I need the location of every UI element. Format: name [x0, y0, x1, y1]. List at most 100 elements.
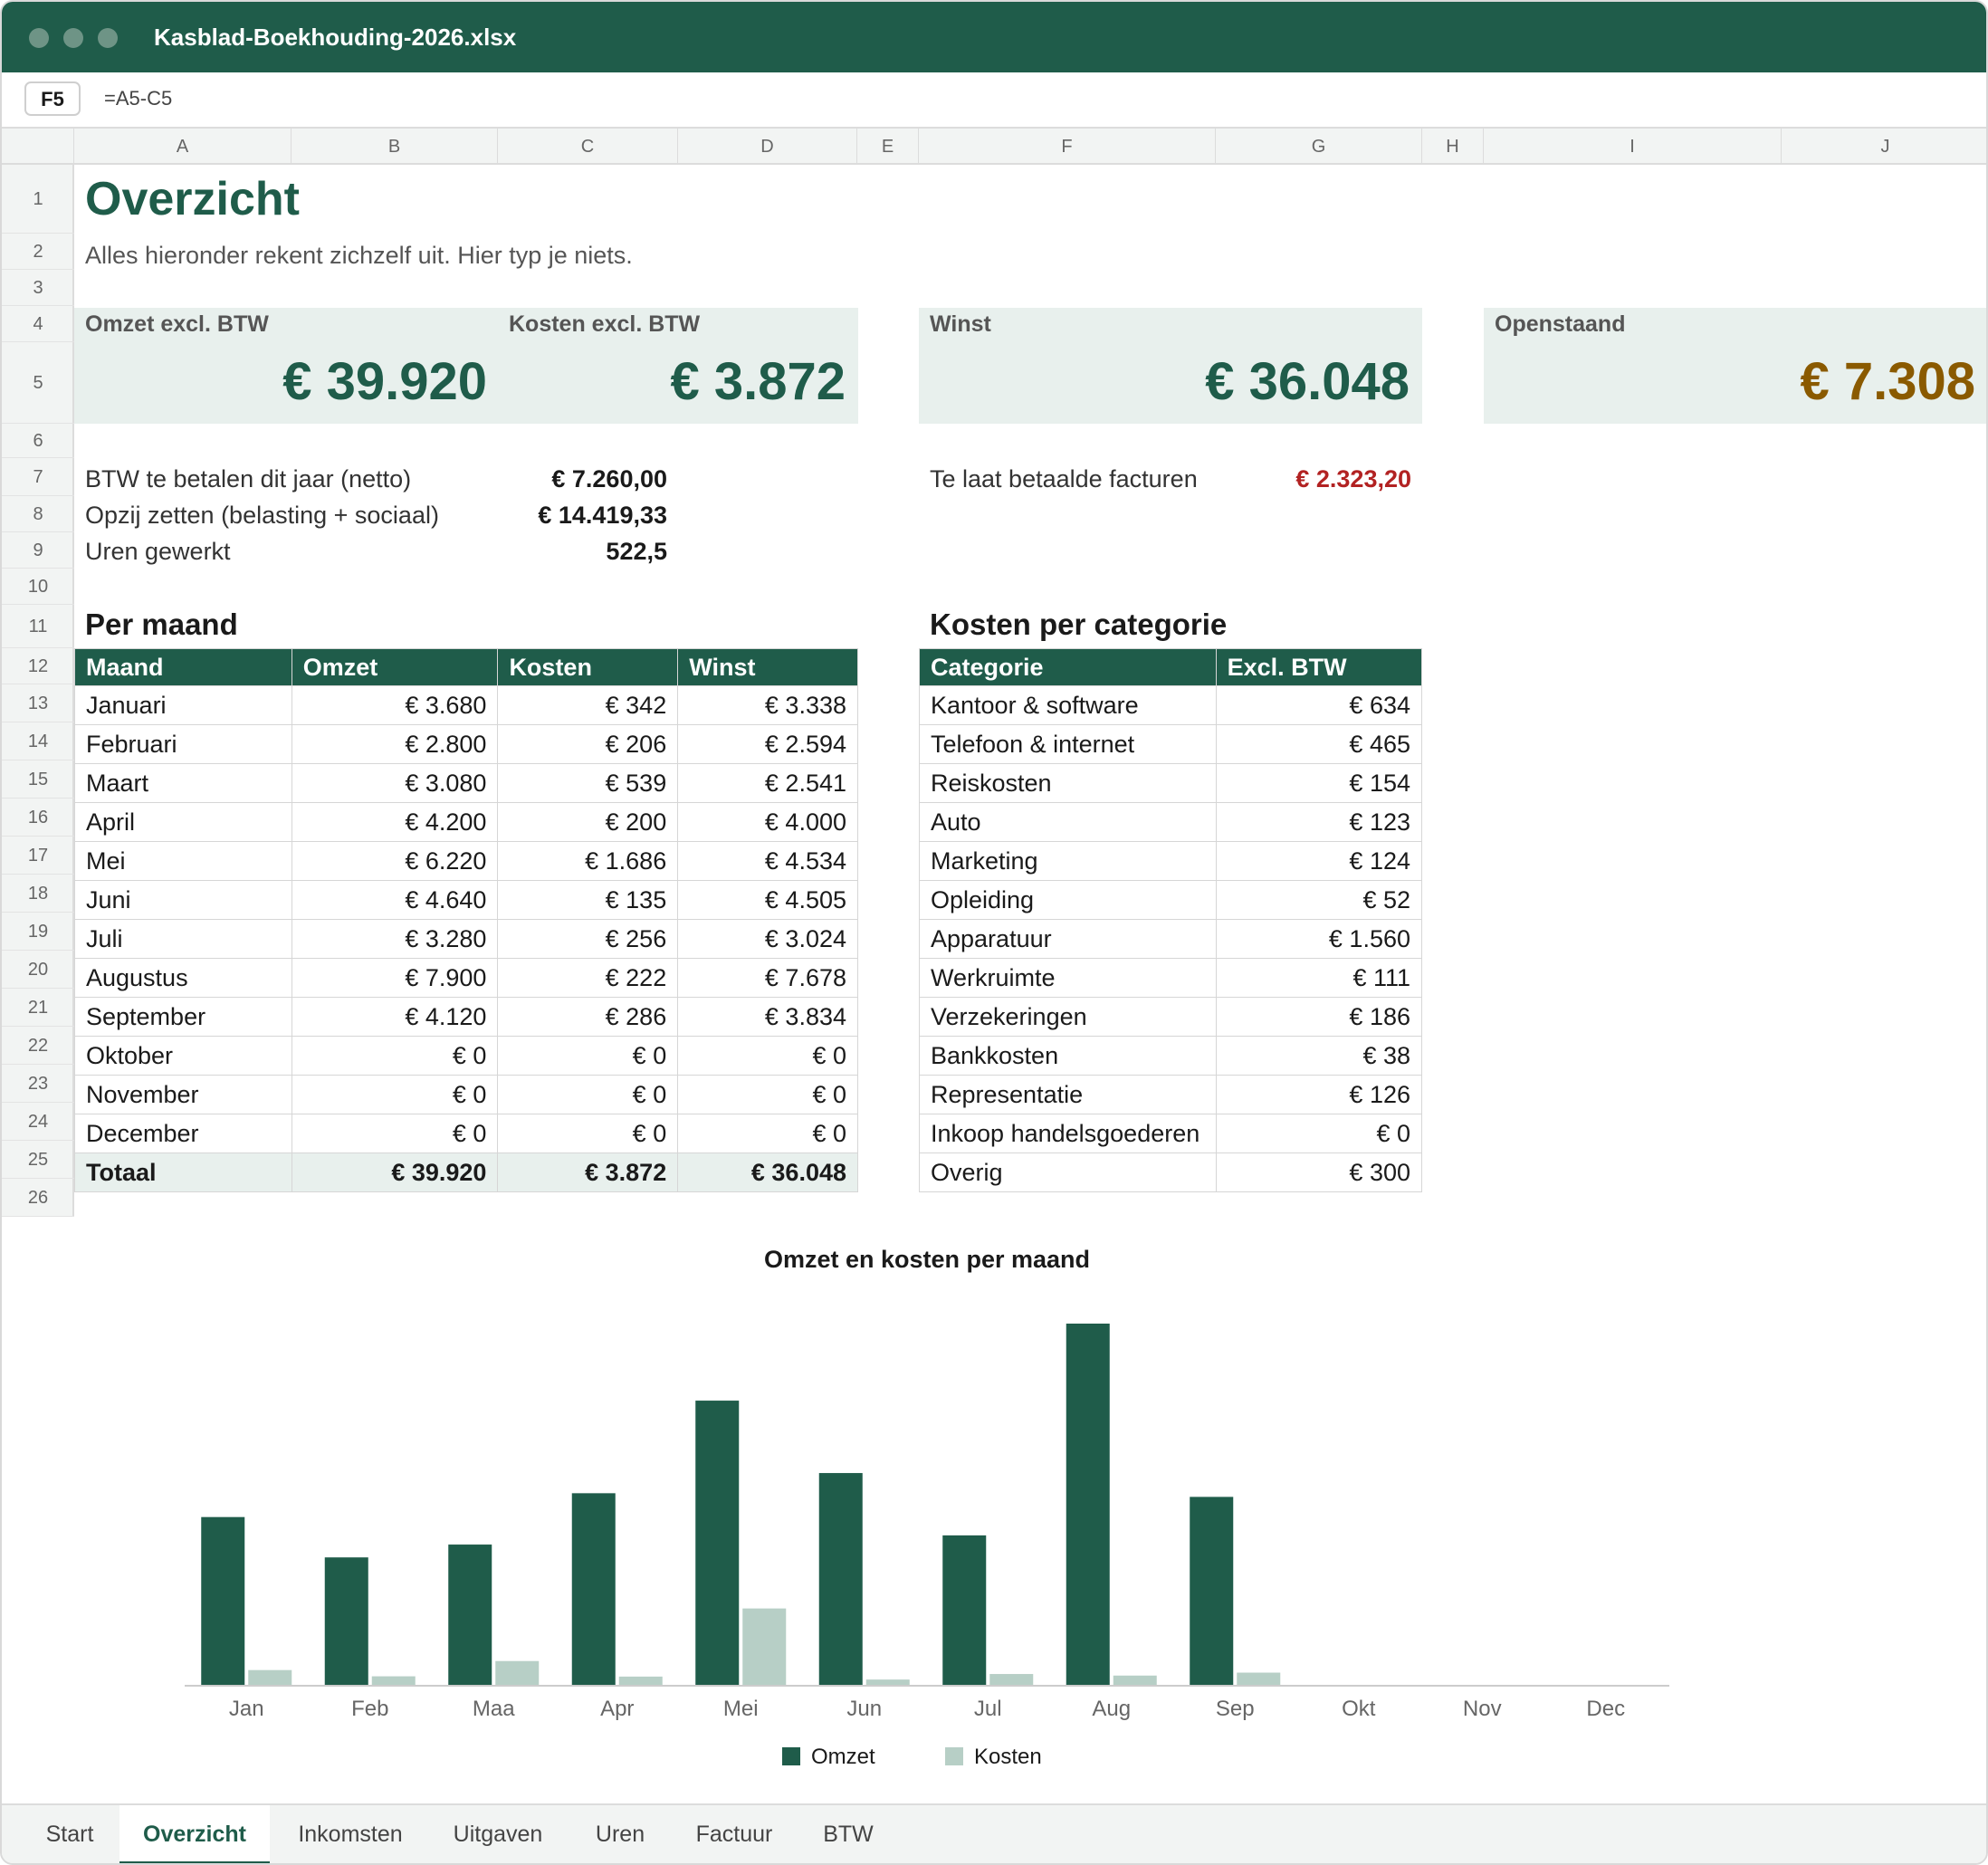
table-cell[interactable]: € 4.640	[291, 880, 499, 920]
column-header-a[interactable]: A	[74, 129, 292, 163]
table-cell[interactable]: Juli	[74, 919, 292, 959]
table-cell[interactable]: Auto	[919, 802, 1217, 842]
table-cell[interactable]: Oktober	[74, 1036, 292, 1076]
table-cell[interactable]: € 1.560	[1215, 919, 1423, 959]
tab-inkomsten[interactable]: Inkomsten	[282, 1805, 418, 1863]
table-cell[interactable]: Kantoor & software	[919, 685, 1217, 725]
table-cell[interactable]: Apparatuur	[919, 919, 1217, 959]
row-header[interactable]: 10	[2, 569, 74, 605]
table-cell[interactable]: € 256	[497, 919, 679, 959]
table-cell[interactable]: Verzekeringen	[919, 997, 1217, 1037]
table-cell[interactable]: April	[74, 802, 292, 842]
row-header[interactable]: 11	[2, 605, 74, 648]
table-cell[interactable]: € 0	[291, 1036, 499, 1076]
row-header[interactable]: 2	[2, 234, 74, 270]
bar-omzet-feb[interactable]	[324, 1557, 368, 1686]
tab-factuur[interactable]: Factuur	[679, 1805, 789, 1863]
per-maand-col-header[interactable]: Kosten	[497, 648, 679, 686]
table-cell[interactable]: € 123	[1215, 802, 1423, 842]
row-header[interactable]: 23	[2, 1065, 74, 1103]
table-cell[interactable]: December	[74, 1114, 292, 1153]
table-cell[interactable]: € 634	[1215, 685, 1423, 725]
table-cell[interactable]: Opleiding	[919, 880, 1217, 920]
total-cell[interactable]: Totaal	[74, 1152, 292, 1192]
tab-btw[interactable]: BTW	[804, 1805, 893, 1863]
table-cell[interactable]: € 4.200	[291, 802, 499, 842]
total-cell[interactable]: € 39.920	[291, 1152, 499, 1192]
table-cell[interactable]: € 135	[497, 880, 679, 920]
table-cell[interactable]: Reiskosten	[919, 763, 1217, 803]
table-cell[interactable]: € 4.505	[677, 880, 858, 920]
table-cell[interactable]: November	[74, 1075, 292, 1114]
maximize-window-button[interactable]	[98, 28, 118, 48]
row-header[interactable]: 25	[2, 1141, 74, 1179]
row-header[interactable]: 8	[2, 496, 74, 532]
table-cell[interactable]: Bankkosten	[919, 1036, 1217, 1076]
bar-kosten-feb[interactable]	[371, 1676, 416, 1686]
bar-omzet-apr[interactable]	[571, 1493, 616, 1686]
table-cell[interactable]: Werkruimte	[919, 958, 1217, 998]
row-header[interactable]: 5	[2, 342, 74, 424]
table-cell[interactable]: € 4.534	[677, 841, 858, 881]
table-cell[interactable]: € 3.280	[291, 919, 499, 959]
bar-omzet-maa[interactable]	[448, 1545, 492, 1686]
table-cell[interactable]: € 539	[497, 763, 679, 803]
table-cell[interactable]: € 222	[497, 958, 679, 998]
table-cell[interactable]: € 0	[677, 1036, 858, 1076]
table-cell[interactable]: € 38	[1215, 1036, 1423, 1076]
omzet-kosten-chart[interactable]: Omzet en kosten per maand Jan Feb Maa Apr Me…	[74, 1215, 1975, 1794]
row-header[interactable]: 20	[2, 951, 74, 989]
kosten-categorie-col-header[interactable]: Categorie	[919, 648, 1217, 686]
table-cell[interactable]: Telefoon & internet	[919, 724, 1217, 764]
bar-kosten-jul[interactable]	[989, 1674, 1034, 1686]
table-cell[interactable]: € 111	[1215, 958, 1423, 998]
table-cell[interactable]: Marketing	[919, 841, 1217, 881]
per-maand-col-header[interactable]: Omzet	[291, 648, 499, 686]
column-header-j[interactable]: J	[1782, 129, 1986, 163]
row-header[interactable]: 17	[2, 837, 74, 875]
row-header[interactable]: 1	[2, 165, 74, 234]
table-cell[interactable]: Overig	[919, 1152, 1217, 1192]
table-cell[interactable]: € 126	[1215, 1075, 1423, 1114]
row-header[interactable]: 7	[2, 458, 74, 496]
table-cell[interactable]: € 286	[497, 997, 679, 1037]
table-cell[interactable]: € 342	[497, 685, 679, 725]
table-cell[interactable]: € 3.024	[677, 919, 858, 959]
table-cell[interactable]: Februari	[74, 724, 292, 764]
row-header[interactable]: 21	[2, 989, 74, 1027]
tab-overzicht[interactable]: Overzicht	[119, 1805, 270, 1863]
select-all-corner[interactable]	[2, 129, 74, 163]
bar-kosten-jan[interactable]	[248, 1669, 292, 1686]
bar-kosten-aug[interactable]	[1113, 1675, 1157, 1686]
column-header-f[interactable]: F	[919, 129, 1216, 163]
table-cell[interactable]: € 465	[1215, 724, 1423, 764]
table-cell[interactable]: € 1.686	[497, 841, 679, 881]
bar-omzet-sep[interactable]	[1190, 1497, 1234, 1686]
table-cell[interactable]: € 4.120	[291, 997, 499, 1037]
row-header[interactable]: 9	[2, 532, 74, 569]
row-header[interactable]: 22	[2, 1027, 74, 1065]
per-maand-col-header[interactable]: Winst	[677, 648, 858, 686]
bar-kosten-maa[interactable]	[495, 1660, 540, 1686]
table-cell[interactable]: € 0	[497, 1075, 679, 1114]
bar-kosten-apr[interactable]	[618, 1676, 663, 1686]
kosten-categorie-col-header[interactable]: Excl. BTW	[1215, 648, 1423, 686]
table-cell[interactable]: € 3.338	[677, 685, 858, 725]
table-cell[interactable]: September	[74, 997, 292, 1037]
row-header[interactable]: 13	[2, 684, 74, 722]
row-header[interactable]: 19	[2, 913, 74, 951]
tab-start[interactable]: Start	[20, 1805, 119, 1863]
table-cell[interactable]: € 0	[677, 1114, 858, 1153]
tab-uren[interactable]: Uren	[576, 1805, 664, 1863]
table-cell[interactable]: Juni	[74, 880, 292, 920]
table-cell[interactable]: Maart	[74, 763, 292, 803]
table-cell[interactable]: € 124	[1215, 841, 1423, 881]
table-cell[interactable]: € 0	[1215, 1114, 1423, 1153]
row-header[interactable]: 3	[2, 270, 74, 306]
table-cell[interactable]: € 200	[497, 802, 679, 842]
table-cell[interactable]: € 7.900	[291, 958, 499, 998]
formula-input[interactable]: =A5-C5	[104, 85, 172, 112]
table-cell[interactable]: € 6.220	[291, 841, 499, 881]
bar-omzet-jun[interactable]	[818, 1473, 863, 1686]
bar-omzet-mei[interactable]	[695, 1401, 740, 1686]
